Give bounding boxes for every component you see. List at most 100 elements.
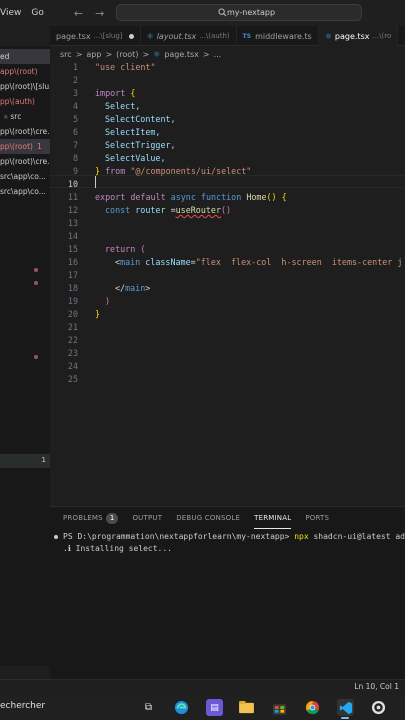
- search-icon: [218, 8, 227, 17]
- code-token: >: [145, 283, 151, 293]
- line-number: 19: [67, 296, 78, 306]
- sidebar-item[interactable]: ed: [0, 49, 50, 64]
- search-text: my-nextapp: [227, 8, 276, 17]
- code-line: 1 "use client": [50, 61, 405, 74]
- breadcrumb-item[interactable]: (root): [116, 50, 138, 59]
- line-number: 17: [67, 270, 78, 280]
- line-number: 18: [67, 283, 78, 293]
- sidebar-problems-row[interactable]: 1: [0, 454, 50, 468]
- code-line: 3 import {: [50, 87, 405, 100]
- breadcrumb-item[interactable]: ...: [214, 50, 222, 59]
- code-line: 5 SelectContent,: [50, 113, 405, 126]
- sidebar-item[interactable]: src\app\co...: [0, 184, 50, 199]
- title-bar: View Go ← → my-nextapp: [0, 0, 405, 26]
- code-line: 21: [50, 321, 405, 334]
- line-number: 22: [67, 335, 78, 345]
- file-explorer-icon[interactable]: [238, 699, 255, 716]
- code-line: 6 SelectItem,: [50, 126, 405, 139]
- terminal-output[interactable]: PS D:\programmation\nextappforlearn\my-n…: [63, 531, 405, 555]
- tab-page-root[interactable]: ⚛ page.tsx ...\(ro: [318, 26, 399, 46]
- code-token: "use client": [95, 62, 156, 72]
- typescript-icon: TS: [242, 32, 252, 40]
- edge-icon[interactable]: [173, 699, 190, 716]
- line-number: 3: [72, 88, 78, 98]
- react-icon: ⚛: [153, 49, 161, 59]
- sidebar-item[interactable]: pp\(root)\cre...: [0, 124, 50, 139]
- sidebar-item[interactable]: pp\(auth): [0, 94, 50, 109]
- sidebar-item[interactable]: src\app\co...: [0, 169, 50, 184]
- line-number: 12: [67, 205, 78, 215]
- tab-label: layout.tsx: [156, 31, 197, 41]
- taskbar-search[interactable]: echercher: [0, 701, 45, 711]
- problem-count: 1: [36, 142, 42, 151]
- tab-label: PROBLEMS: [63, 514, 103, 522]
- sidebar-item[interactable]: ⚛ src: [0, 109, 50, 124]
- nav-arrows: ← →: [74, 7, 104, 20]
- code-line: 22: [50, 334, 405, 347]
- breadcrumb-item[interactable]: app: [86, 50, 101, 59]
- tab-label: page.tsx: [334, 31, 370, 41]
- command-center-search[interactable]: my-nextapp: [116, 4, 362, 21]
- menu-go[interactable]: Go: [31, 8, 43, 18]
- arrow-left-icon[interactable]: ←: [74, 7, 83, 20]
- status-bar: Ln 10, Col 1: [0, 679, 405, 695]
- code-token: Home: [246, 192, 267, 202]
- problems-badge: 1: [105, 513, 119, 524]
- code-line: 12 const router =useRouter(): [50, 204, 405, 217]
- cursor-position[interactable]: Ln 10, Col 1: [354, 682, 399, 691]
- tab-hint: ...\(ro: [372, 32, 392, 40]
- code-line: 17: [50, 269, 405, 282]
- code-token: "@/components/ui/select": [130, 166, 252, 176]
- tab-middleware[interactable]: TS middleware.ts: [237, 26, 319, 46]
- menu-view[interactable]: View: [0, 8, 21, 18]
- task-view-icon[interactable]: ⧉: [140, 699, 157, 716]
- code-token: import: [95, 88, 126, 98]
- breadcrumb-item[interactable]: page.tsx: [164, 50, 199, 59]
- line-number: 15: [67, 244, 78, 254]
- panel-tabs: PROBLEMS 1 OUTPUT DEBUG CONSOLE TERMINAL …: [50, 507, 405, 529]
- code-token: return: [105, 244, 136, 254]
- code-token: main: [120, 257, 141, 267]
- line-number: 10: [67, 179, 78, 189]
- code-line: 19): [50, 295, 405, 308]
- github-desktop-icon[interactable]: [370, 699, 387, 716]
- tab-terminal[interactable]: TERMINAL: [254, 507, 292, 529]
- line-number: 13: [67, 218, 78, 228]
- sidebar-item[interactable]: pp\(root)\cre...: [0, 154, 50, 169]
- tab-hint: ...\(auth): [199, 32, 230, 40]
- react-icon: ⚛: [3, 114, 9, 121]
- code-token: export: [95, 192, 126, 202]
- tab-ports[interactable]: PORTS: [305, 507, 329, 529]
- code-line: 13: [50, 217, 405, 230]
- tab-output[interactable]: OUTPUT: [132, 507, 162, 529]
- code-token-error: useRouter: [175, 205, 222, 215]
- line-number: 24: [67, 361, 78, 371]
- tab-debug-console[interactable]: DEBUG CONSOLE: [176, 507, 240, 529]
- chrome-icon[interactable]: [304, 699, 321, 716]
- terminal-command: npx: [294, 532, 309, 541]
- tab-problems[interactable]: PROBLEMS 1: [63, 507, 119, 529]
- tab-layout[interactable]: ⚛ layout.tsx ...\(auth): [141, 26, 237, 46]
- arrow-right-icon[interactable]: →: [95, 7, 104, 20]
- line-number: 1: [72, 62, 78, 72]
- tab-page-slug[interactable]: page.tsx ...\[slug]: [50, 26, 141, 46]
- sidebar-item[interactable]: pp\(root) 1: [0, 139, 50, 154]
- vscode-icon[interactable]: [337, 699, 354, 716]
- app-icon[interactable]: ▤: [206, 699, 223, 716]
- code-line: 7 SelectTrigger,: [50, 139, 405, 152]
- store-icon[interactable]: [271, 699, 288, 716]
- code-line: 11 export default async function Home() {: [50, 191, 405, 204]
- code-token: </: [115, 283, 126, 293]
- sidebar-item[interactable]: pp\(root)\[slu...: [0, 79, 50, 94]
- line-number: 14: [67, 231, 78, 241]
- code-editor[interactable]: 1 "use client" 2 3 import { 4 Select, 5 Sele…: [34, 61, 405, 506]
- bottom-panel: PROBLEMS 1 OUTPUT DEBUG CONSOLE TERMINAL …: [50, 506, 405, 679]
- code-token: function: [200, 192, 242, 202]
- breadcrumb-item[interactable]: src: [60, 50, 72, 59]
- code-line: 4 Select,: [50, 100, 405, 113]
- code-token: className: [145, 257, 191, 267]
- code-line: 24: [50, 360, 405, 373]
- sidebar-item[interactable]: app\(root): [0, 64, 50, 79]
- line-number: 11: [67, 192, 78, 202]
- code-line: 9} from "@/components/ui/select": [50, 165, 405, 178]
